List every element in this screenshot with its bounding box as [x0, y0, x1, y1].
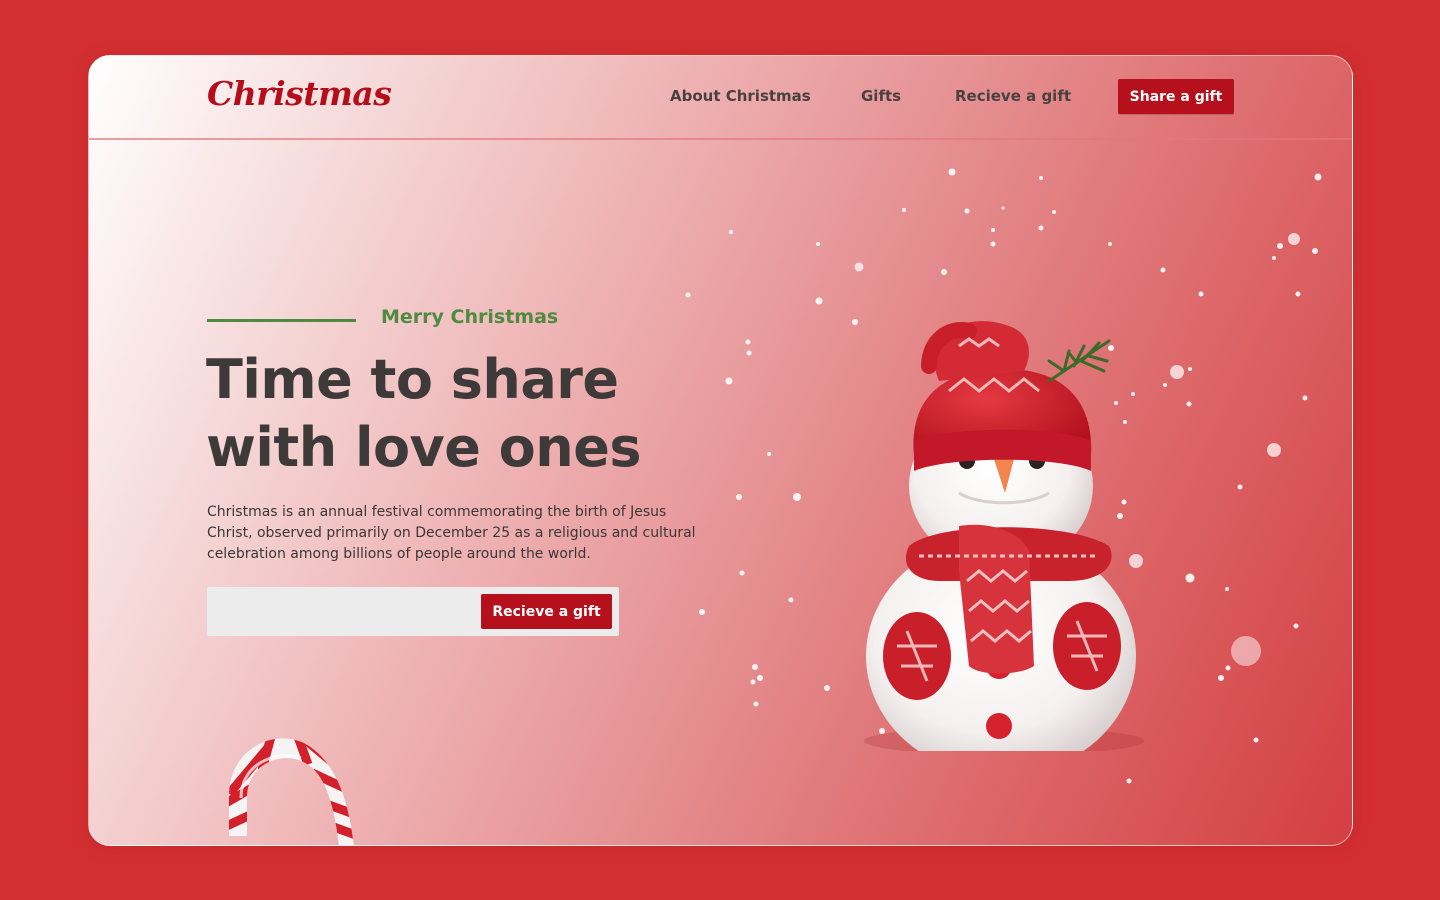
kicker-divider: [207, 319, 356, 322]
recieve-a-gift-button[interactable]: Recieve a gift: [481, 594, 612, 629]
nav-link-about-christmas[interactable]: About Christmas: [670, 87, 811, 105]
brand-logo[interactable]: Christmas: [207, 74, 392, 113]
nav-link-gifts[interactable]: Gifts: [861, 87, 901, 105]
top-navigation: Christmas About Christmas Gifts Recieve …: [89, 56, 1352, 140]
hero-headline-line-2: with love ones: [206, 416, 642, 479]
hero-headline: Time to share with love ones: [206, 346, 726, 482]
landing-card: Christmas About Christmas Gifts Recieve …: [88, 55, 1353, 846]
gift-input[interactable]: [217, 595, 471, 630]
hero-headline-line-1: Time to share: [206, 348, 619, 411]
nav-link-recieve-a-gift[interactable]: Recieve a gift: [955, 87, 1071, 105]
gift-input-group: Recieve a gift: [207, 587, 619, 636]
candy-cane-illustration: [229, 738, 354, 845]
share-a-gift-button[interactable]: Share a gift: [1118, 79, 1234, 114]
hero-kicker: Merry Christmas: [381, 306, 559, 328]
snowman-illustration: [864, 321, 1144, 751]
hero-description: Christmas is an annual festival commemor…: [207, 504, 696, 562]
